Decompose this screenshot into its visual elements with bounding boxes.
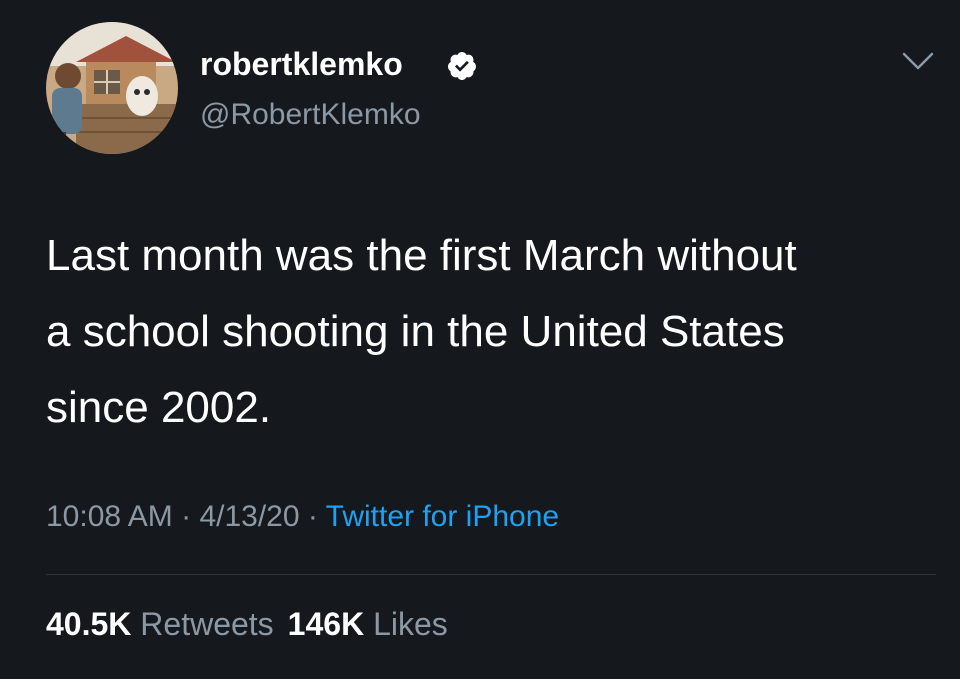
tweet-card: robertklemko @RobertKlemko Last month wa… xyxy=(0,0,960,679)
verified-badge-icon xyxy=(447,52,476,80)
author-handle[interactable]: @RobertKlemko xyxy=(200,98,421,132)
likes-label: Likes xyxy=(373,606,448,642)
meta-separator: · xyxy=(299,500,326,533)
meta-separator: · xyxy=(172,500,200,533)
retweets-count: 40.5K xyxy=(46,606,132,642)
tweet-time[interactable]: 10:08 AM xyxy=(46,500,173,533)
divider xyxy=(46,574,936,575)
author-display-name[interactable]: robertklemko xyxy=(200,46,403,83)
tweet-metadata: 10:08 AM · 4/13/20 · Twitter for iPhone xyxy=(46,500,559,534)
avatar[interactable] xyxy=(46,22,178,154)
tweet-source-link[interactable]: Twitter for iPhone xyxy=(326,500,559,533)
likes-stat[interactable]: 146K Likes xyxy=(288,606,448,643)
retweets-stat[interactable]: 40.5K Retweets xyxy=(46,606,274,643)
tweet-stats: 40.5K Retweets 146K Likes xyxy=(46,606,462,643)
tweet-text: Last month was the first March without a… xyxy=(46,231,797,432)
likes-count: 146K xyxy=(287,606,365,642)
retweets-label: Retweets xyxy=(140,606,274,642)
chevron-down-icon[interactable] xyxy=(898,46,938,76)
tweet-date[interactable]: 4/13/20 xyxy=(199,500,299,533)
